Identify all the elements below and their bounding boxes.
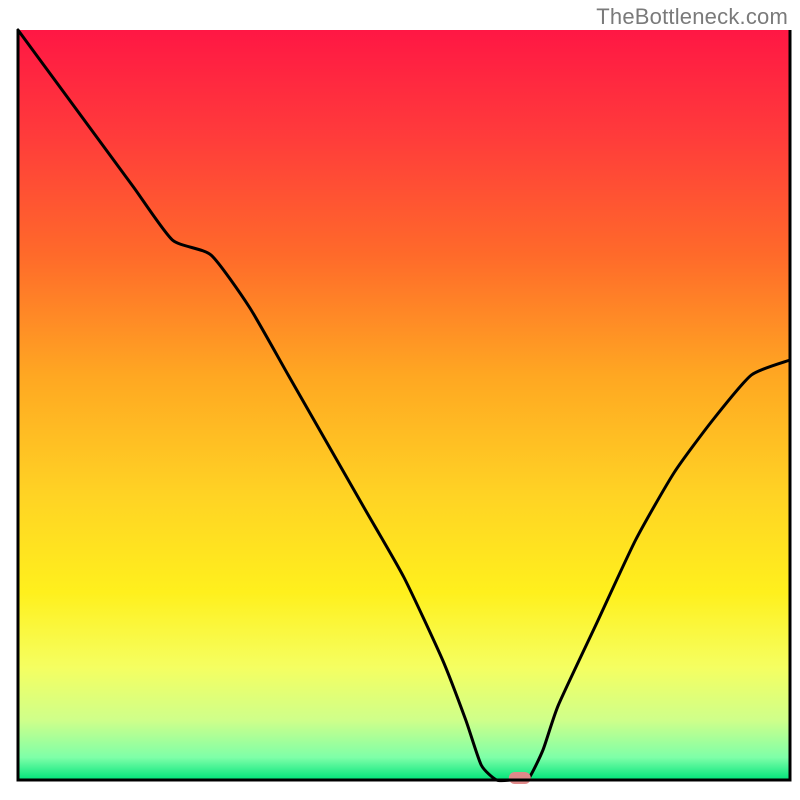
gradient-background: [18, 30, 790, 780]
watermark-text: TheBottleneck.com: [596, 4, 788, 30]
optimal-marker: [509, 772, 531, 784]
bottleneck-chart: [0, 0, 800, 800]
chart-container: TheBottleneck.com: [0, 0, 800, 800]
